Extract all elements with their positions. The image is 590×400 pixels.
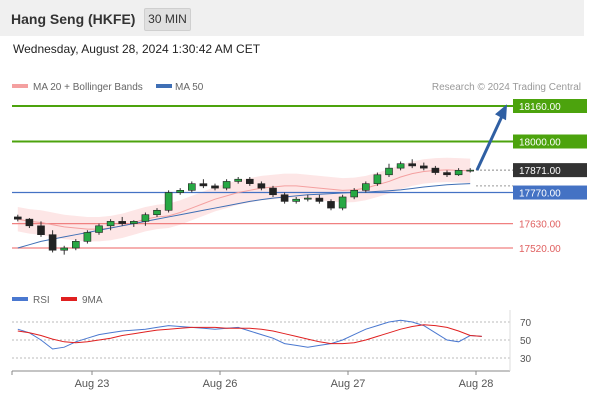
candle-body bbox=[153, 209, 161, 216]
candle-body bbox=[164, 192, 173, 211]
candle-body bbox=[466, 169, 475, 172]
x-tick-label: Aug 26 bbox=[203, 378, 238, 390]
level-pivot-3-label: 17770.00 bbox=[519, 189, 561, 200]
x-tick-label: Aug 27 bbox=[331, 378, 366, 390]
rsi-tick-label: 70 bbox=[520, 318, 532, 329]
candle-body bbox=[292, 198, 301, 202]
rsi-ma-legend-label: 9MA bbox=[82, 295, 103, 306]
candle-body bbox=[176, 190, 184, 193]
ma20-legend-swatch bbox=[12, 84, 28, 88]
price-chart: MA 20 + Bollinger Bands MA 50 Research © 2… bbox=[11, 82, 587, 390]
candle-body bbox=[72, 241, 80, 249]
x-tick-label: Aug 28 bbox=[459, 378, 494, 390]
candle-body bbox=[385, 167, 393, 176]
candle-body bbox=[419, 165, 428, 169]
candle-body bbox=[199, 183, 208, 187]
x-tick-label: Aug 23 bbox=[75, 378, 110, 390]
ma20-legend-label: MA 20 + Bollinger Bands bbox=[33, 82, 143, 93]
candle-body bbox=[280, 194, 289, 202]
candle-body bbox=[303, 197, 312, 200]
level-current-2-label: 17871.00 bbox=[519, 166, 561, 177]
rsi-tick-label: 30 bbox=[520, 354, 532, 365]
rsi-legend-label: RSI bbox=[33, 295, 50, 306]
candle-body bbox=[454, 170, 463, 176]
candle-body bbox=[269, 187, 277, 196]
candle-body bbox=[361, 183, 370, 191]
candle-body bbox=[60, 247, 69, 251]
candle-body bbox=[431, 167, 440, 173]
candle-body bbox=[257, 183, 266, 189]
candle-body bbox=[350, 190, 359, 198]
candle-body bbox=[141, 214, 150, 222]
ma50-legend-label: MA 50 bbox=[175, 82, 204, 93]
credit-text: Research © 2024 Trading Central bbox=[432, 82, 581, 93]
candle-body bbox=[246, 178, 254, 184]
ma50-legend-swatch bbox=[156, 84, 172, 88]
candle-body bbox=[443, 172, 451, 176]
candle-body bbox=[234, 178, 242, 182]
candle-body bbox=[222, 181, 231, 189]
candle-body bbox=[396, 163, 405, 169]
candle-body bbox=[327, 201, 335, 209]
candle-body bbox=[83, 232, 92, 242]
candle-body bbox=[118, 221, 126, 224]
candle-body bbox=[315, 197, 324, 202]
candle-body bbox=[373, 174, 382, 184]
candle-body bbox=[95, 225, 103, 233]
candle-body bbox=[188, 183, 196, 191]
rsi-legend-swatch bbox=[12, 297, 28, 301]
candle-body bbox=[37, 225, 45, 235]
rsi-tick-label: 50 bbox=[520, 336, 532, 347]
level-support-5-label: 17520.00 bbox=[519, 244, 561, 255]
candle-body bbox=[338, 196, 347, 209]
level-resistance-0-label: 18160.00 bbox=[519, 102, 561, 113]
rsi-line bbox=[17, 319, 482, 350]
candle-body bbox=[130, 221, 138, 224]
rsi-ma-legend-swatch bbox=[61, 297, 77, 301]
candle-body bbox=[211, 185, 219, 189]
candle-body bbox=[25, 218, 34, 227]
forecast-arrow-line bbox=[475, 115, 504, 171]
level-support-4-label: 17630.00 bbox=[519, 220, 561, 231]
level-resistance-1-label: 18000.00 bbox=[519, 138, 561, 149]
candle-body bbox=[106, 221, 115, 227]
candle-body bbox=[48, 234, 57, 251]
rsi-ma-line bbox=[17, 324, 482, 345]
candle-body bbox=[14, 216, 22, 220]
candle-body bbox=[408, 163, 417, 167]
